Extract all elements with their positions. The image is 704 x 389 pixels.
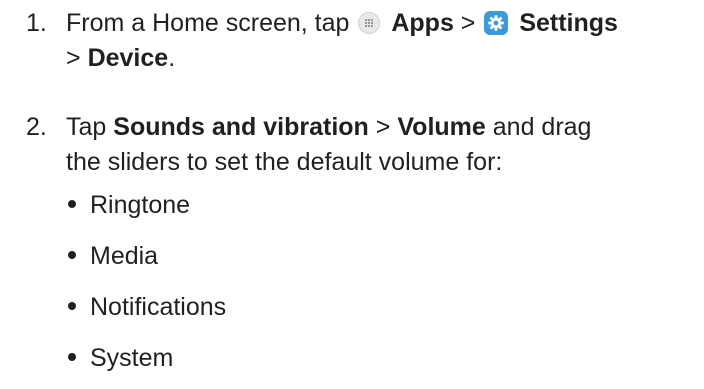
- bullet-dot: [68, 353, 76, 361]
- separator: >: [460, 9, 476, 37]
- list-item-ringtone: Ringtone: [68, 190, 190, 220]
- step-number: 2.: [26, 113, 47, 141]
- list-item-notifications: Notifications: [68, 292, 226, 322]
- settings-gear-icon: [484, 11, 509, 35]
- separator: >: [66, 44, 81, 72]
- bullet-dot: [68, 251, 76, 259]
- separator: >: [375, 113, 391, 141]
- step-text: Tap: [66, 113, 107, 141]
- step-2-line-2: the sliders to set the default volume fo…: [66, 147, 502, 177]
- step-1-line-1: From a Home screen, tap Apps > Settings: [66, 8, 618, 38]
- list-item-label: Media: [90, 242, 159, 270]
- list-item-media: Media: [68, 241, 158, 271]
- sounds-and-vibration-label: Sounds and vibration: [113, 113, 369, 141]
- apps-label: Apps: [391, 9, 454, 37]
- step-text: and drag: [492, 113, 592, 141]
- list-item-label: Ringtone: [90, 191, 191, 219]
- list-item-label: Notifications: [90, 293, 227, 321]
- step-1-line-2: > Device.: [66, 43, 175, 73]
- device-label: Device: [87, 44, 169, 72]
- bullet-dot: [68, 302, 76, 310]
- volume-label: Volume: [397, 113, 486, 141]
- step-text: From a Home screen, tap: [66, 9, 350, 37]
- settings-label: Settings: [519, 9, 618, 37]
- sentence-end: .: [168, 44, 176, 72]
- list-item-label: System: [90, 344, 174, 372]
- bullet-dot: [68, 200, 76, 208]
- step-2-line-1: Tap Sounds and vibration > Volume and dr…: [66, 112, 591, 142]
- apps-grid-icon: [358, 12, 381, 34]
- list-item-system: System: [68, 343, 173, 373]
- step-number: 1.: [26, 9, 47, 37]
- step-text: the sliders to set the default volume fo…: [66, 148, 503, 176]
